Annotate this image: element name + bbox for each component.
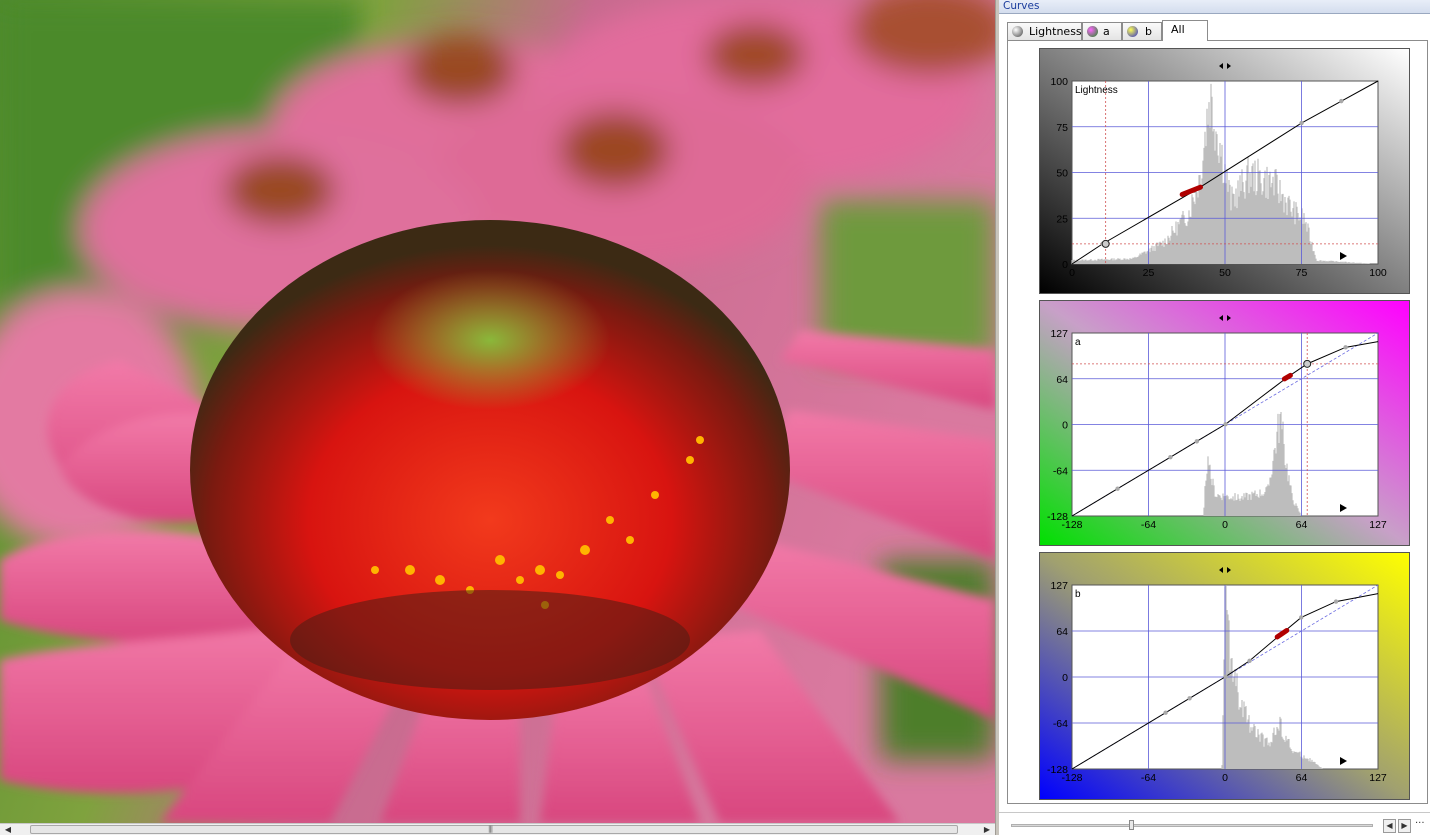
lightness-ball-icon	[1012, 26, 1023, 37]
x-tick-label: 0	[1069, 267, 1075, 279]
tab-label: Lightness	[1029, 25, 1082, 38]
tab-all[interactable]: All	[1162, 20, 1208, 41]
curve-control-point	[1343, 345, 1348, 350]
curve-control-point	[1339, 98, 1344, 104]
x-tick-label: 0	[1222, 519, 1228, 531]
curve-channel-label: Lightness	[1075, 85, 1118, 96]
more-options-icon[interactable]: ···	[1415, 819, 1430, 833]
b-curve-svg: b-128 -64 0 64 127127640-64-128	[1040, 553, 1409, 799]
x-tick-label: 25	[1143, 267, 1155, 279]
scrollbar-grip-icon: |||	[488, 825, 493, 833]
curve-control-point	[1247, 658, 1252, 663]
x-tick-label: 50	[1219, 267, 1231, 279]
curve-channel-label: a	[1075, 337, 1081, 348]
curve-control-point	[1299, 120, 1304, 126]
y-tick-label: -128	[1047, 764, 1068, 776]
zoom-slider-thumb[interactable]	[1129, 820, 1134, 830]
x-tick-label: -64	[1141, 519, 1156, 531]
curves-panel: Curves Lightness a b All Lightness 0 25 …	[999, 0, 1430, 835]
x-tick-label: 64	[1296, 519, 1308, 531]
curve-control-point	[1163, 710, 1168, 715]
prev-arrow-icon[interactable]: ◀	[1383, 819, 1396, 833]
y-tick-label: -64	[1053, 718, 1068, 730]
panel-bottom-bar: ◀ ▶ ···	[999, 812, 1430, 835]
x-tick-label: 100	[1369, 267, 1387, 279]
y-tick-label: 127	[1050, 580, 1068, 592]
panel-title: Curves	[1003, 0, 1040, 12]
active-control-point	[1303, 359, 1312, 368]
horizontal-scrollbar[interactable]: ◀ ||| ▶	[0, 823, 995, 835]
y-tick-label: -64	[1053, 465, 1068, 477]
y-tick-label: 100	[1050, 76, 1068, 88]
curve-control-point	[1168, 454, 1173, 460]
lightness-curve-svg: Lightness 0 25 50 75 100 100 75 50 25 0	[1040, 49, 1409, 293]
curve-control-point	[1115, 486, 1120, 491]
tab-label: b	[1145, 25, 1152, 38]
image-canvas[interactable]	[0, 0, 995, 823]
y-tick-label: 0	[1062, 420, 1068, 432]
scroll-right-arrow-icon[interactable]: ▶	[981, 825, 993, 835]
y-tick-label: 64	[1056, 626, 1068, 638]
b-curve-editor[interactable]: b -128 -64 0 64 127 127 64 0 -64 -128	[1039, 552, 1410, 800]
x-tick-label: 0	[1222, 772, 1228, 784]
scrollbar-thumb[interactable]	[30, 825, 958, 834]
curve-control-point	[1223, 421, 1228, 427]
active-control-point	[1101, 239, 1110, 248]
curve-control-point	[1223, 674, 1228, 679]
tab-label: a	[1103, 25, 1110, 38]
a-channel-ball-icon	[1087, 26, 1098, 37]
lightness-curve-editor[interactable]: Lightness 0 25 50 75 100 100 75 50 25 0	[1039, 48, 1410, 294]
x-tick-label: 127	[1369, 772, 1387, 784]
selected-sample	[1281, 372, 1293, 382]
x-tick-label: 127	[1369, 519, 1387, 531]
y-tick-label: -128	[1047, 511, 1068, 523]
tab-b[interactable]: b	[1122, 22, 1162, 40]
tab-label: All	[1171, 23, 1185, 36]
a-curve-editor[interactable]: a -128 -64 0 64 127 127 64 0 -64 -128	[1039, 300, 1410, 546]
tab-lightness[interactable]: Lightness	[1007, 22, 1082, 40]
coneflower-photo	[0, 0, 995, 823]
tab-a[interactable]: a	[1082, 22, 1122, 40]
curve-control-point	[1194, 439, 1199, 444]
y-tick-label: 0	[1062, 672, 1068, 684]
b-channel-ball-icon	[1127, 26, 1138, 37]
scroll-left-arrow-icon[interactable]: ◀	[2, 825, 14, 835]
curve-control-point	[1187, 696, 1192, 701]
curve-control-point	[1299, 615, 1304, 620]
x-tick-label: -64	[1141, 772, 1156, 784]
x-tick-label: 75	[1296, 267, 1308, 279]
a-curve-svg: a-128 -64 0 64 127127640-64-128	[1040, 301, 1409, 545]
y-tick-label: 64	[1056, 374, 1068, 386]
next-arrow-icon[interactable]: ▶	[1398, 819, 1411, 833]
panel-title-bar: Curves	[999, 0, 1430, 14]
y-tick-label: 127	[1050, 328, 1068, 340]
zoom-slider[interactable]	[1011, 824, 1373, 827]
y-tick-label: 50	[1056, 168, 1068, 180]
y-tick-label: 75	[1056, 122, 1068, 134]
curve-control-point	[1333, 599, 1339, 604]
y-tick-label: 0	[1062, 259, 1068, 271]
curve-channel-label: b	[1075, 589, 1081, 600]
x-tick-label: 64	[1296, 772, 1308, 784]
y-tick-label: 25	[1056, 213, 1068, 225]
